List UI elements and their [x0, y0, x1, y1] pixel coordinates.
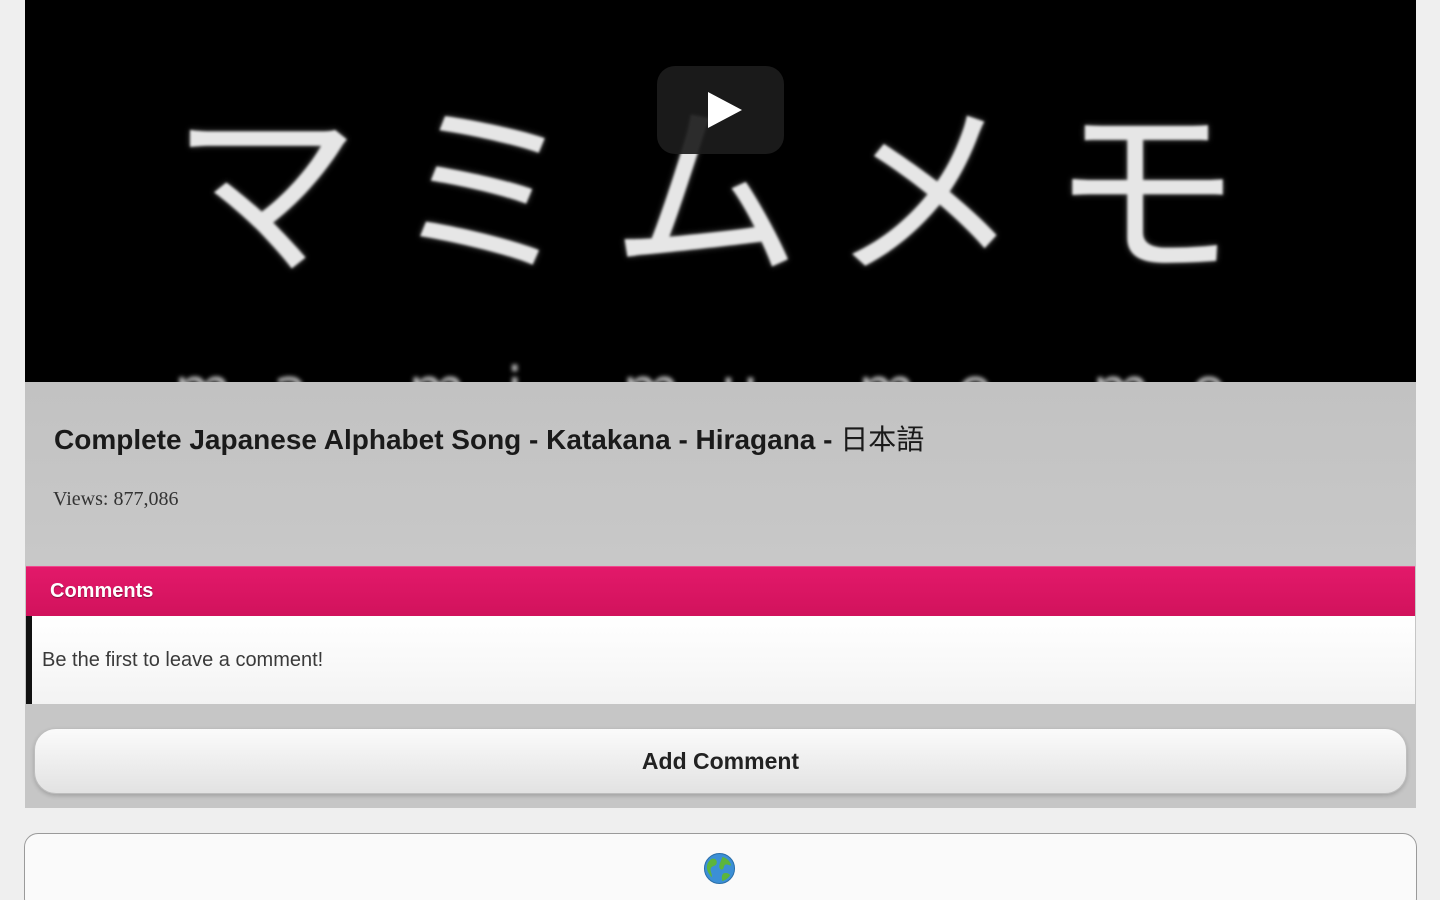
comments-header: Comments [26, 566, 1415, 616]
play-button[interactable] [657, 66, 784, 154]
video-title: Complete Japanese Alphabet Song - Kataka… [54, 418, 924, 458]
video-title-text: Complete Japanese Alphabet Song - Kataka… [54, 424, 841, 455]
video-card: マミムメモ ma mi mu me mo Complete Japanese A… [25, 0, 1416, 808]
play-icon [708, 92, 742, 128]
comments-empty-state: Be the first to leave a comment! [26, 616, 1415, 704]
view-count: Views: 877,086 [53, 488, 179, 510]
footer-bar [24, 833, 1417, 900]
add-comment-button[interactable]: Add Comment [34, 728, 1407, 794]
page: マミムメモ ma mi mu me mo Complete Japanese A… [0, 0, 1440, 900]
globe-icon[interactable] [703, 852, 736, 885]
video-frame-subtext: ma mi mu me mo [25, 360, 1416, 382]
comments-header-label: Comments [50, 580, 154, 602]
video-title-cjk: 日本語 [840, 423, 925, 456]
video-info: Complete Japanese Alphabet Song - Kataka… [25, 382, 1416, 565]
comments-empty-message: Be the first to leave a comment! [42, 649, 324, 671]
video-player[interactable]: マミムメモ ma mi mu me mo [25, 0, 1416, 382]
